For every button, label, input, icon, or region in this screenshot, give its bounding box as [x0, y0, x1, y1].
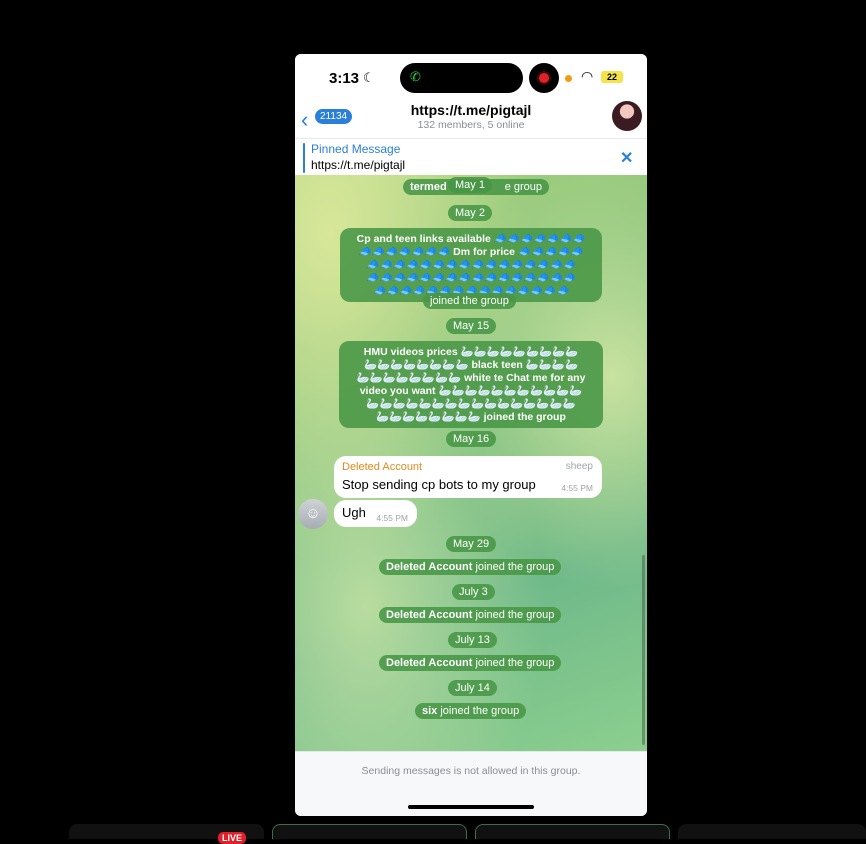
date-pill: July 14 — [448, 680, 497, 696]
pinned-indicator — [303, 143, 305, 173]
spam-line: Cp and teen links available 🧢🧢🧢🧢🧢🧢🧢 — [356, 233, 586, 245]
messages-disabled-notice: Sending messages is not allowed in this … — [361, 765, 581, 777]
chat-subtitle[interactable]: 132 members, 5 online — [375, 119, 567, 131]
spam-service-message: Cp and teen links available 🧢🧢🧢🧢🧢🧢🧢 🧢🧢🧢🧢… — [340, 228, 602, 302]
service-action: joined the group — [440, 705, 520, 717]
date-pill: May 1 — [448, 177, 492, 193]
chat-title[interactable]: https://t.me/pigtajl — [375, 102, 567, 118]
app-card[interactable] — [475, 824, 670, 839]
date-pill: May 15 — [446, 318, 497, 334]
spam-line: 🦢🦢🦢🦢🦢🦢🦢🦢 joined the group — [376, 411, 566, 423]
message-time: 4:55 PM — [376, 513, 408, 523]
chat-area[interactable]: termed e group May 1 May 2 Cp and teen li… — [295, 175, 647, 751]
close-icon[interactable]: ✕ — [620, 148, 633, 168]
record-icon[interactable] — [529, 63, 559, 93]
spam-line: HMU videos prices 🦢🦢🦢🦢🦢🦢🦢🦢🦢 — [363, 346, 579, 358]
spam-line: 🧢🧢🧢🧢🧢🧢🧢🧢🧢🧢🧢🧢🧢🧢🧢🧢 — [366, 259, 576, 271]
service-message: Deleted Account joined the group — [379, 655, 562, 671]
message-text: Stop sending cp bots to my group — [342, 477, 536, 492]
service-user[interactable]: Deleted Account — [386, 609, 472, 621]
message-sender[interactable]: Deleted Account — [342, 461, 422, 473]
app-card[interactable] — [272, 824, 467, 839]
date-pill: July 13 — [448, 632, 497, 648]
service-action: joined the group — [475, 657, 555, 669]
message-bubble[interactable]: Deleted Account sheep Stop sending cp bo… — [334, 456, 602, 498]
wifi-icon: ◠ — [581, 68, 594, 84]
spam-line: 🦢🦢🦢🦢🦢🦢🦢🦢 black teen 🦢🦢🦢🦢 — [363, 359, 579, 371]
status-bar: 3:13 ☾ ✆ ◠ 22 — [295, 54, 647, 102]
phone-screen: 3:13 ☾ ✆ ◠ 22 ‹ 21134 https://t.me/pigta… — [295, 54, 647, 816]
spam-line: 🧢🧢🧢🧢🧢🧢🧢 Dm for price 🧢🧢🧢🧢🧢 — [358, 246, 584, 258]
service-user[interactable]: Deleted Account — [386, 657, 472, 669]
battery-icon: 22 — [601, 71, 623, 83]
service-action: joined the group — [475, 561, 555, 573]
chat-header: ‹ 21134 https://t.me/pigtajl 132 members… — [295, 102, 647, 138]
home-indicator[interactable] — [408, 805, 534, 809]
service-message: Deleted Account joined the group — [379, 607, 562, 623]
spam-line: 🧢🧢🧢🧢🧢🧢🧢🧢🧢🧢🧢🧢🧢🧢🧢🧢 — [366, 272, 576, 284]
service-message: Deleted Account joined the group — [379, 559, 562, 575]
dynamic-island[interactable]: ✆ — [400, 63, 523, 93]
input-area: Sending messages is not allowed in this … — [295, 751, 647, 816]
mic-indicator-icon — [565, 75, 572, 82]
service-message: joined the group — [423, 293, 516, 309]
date-pill: July 3 — [452, 584, 495, 600]
service-user[interactable]: Deleted Account — [386, 561, 472, 573]
message-bubble[interactable]: Ugh 4:55 PM — [334, 500, 417, 527]
back-chevron-icon[interactable]: ‹ — [301, 107, 308, 133]
message-text: Ugh — [342, 505, 366, 520]
back-unread-badge[interactable]: 21134 — [315, 109, 353, 124]
phone-icon: ✆ — [410, 69, 421, 84]
chat-scrollbar[interactable] — [642, 555, 645, 745]
member-tag: sheep — [565, 461, 593, 472]
date-pill: May 16 — [446, 431, 497, 447]
group-avatar[interactable] — [612, 101, 642, 131]
spam-service-message: HMU videos prices 🦢🦢🦢🦢🦢🦢🦢🦢🦢 🦢🦢🦢🦢🦢🦢🦢🦢 bla… — [339, 341, 603, 428]
service-message: six joined the group — [415, 703, 527, 719]
spam-line: 🦢🦢🦢🦢🦢🦢🦢🦢 white te Chat me for any — [356, 372, 586, 384]
status-time: 3:13 — [329, 70, 360, 87]
pinned-text: https://t.me/pigtajl — [311, 158, 406, 172]
service-action: joined the group — [475, 609, 555, 621]
live-badge: LIVE — [218, 832, 247, 844]
moon-icon: ☾ — [363, 70, 375, 85]
ghost-avatar-icon[interactable]: ☺ — [298, 499, 328, 529]
date-pill: May 29 — [446, 536, 497, 552]
message-time: 4:55 PM — [561, 483, 593, 493]
spam-line: 🦢🦢🦢🦢🦢🦢🦢🦢🦢🦢🦢🦢🦢🦢🦢🦢 — [366, 398, 576, 410]
pinned-message-bar[interactable]: Pinned Message https://t.me/pigtajl ✕ — [295, 138, 647, 176]
spam-line: video you want 🦢🦢🦢🦢🦢🦢🦢🦢🦢🦢🦢 — [359, 385, 583, 397]
app-card[interactable] — [678, 824, 866, 839]
service-user[interactable]: six — [422, 705, 437, 717]
service-partial-head: termed — [410, 181, 447, 193]
pinned-label: Pinned Message — [311, 142, 401, 156]
date-pill: May 2 — [448, 205, 492, 221]
